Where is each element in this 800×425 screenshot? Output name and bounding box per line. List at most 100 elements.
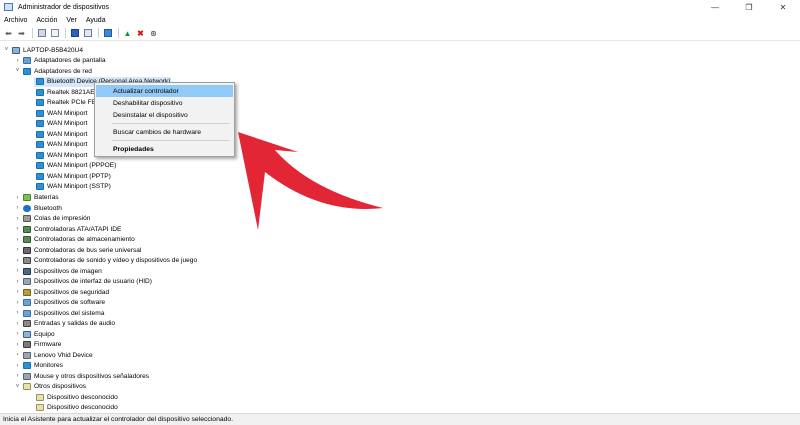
tree-item-wan-miniport[interactable]: WAN Miniport <box>34 119 87 130</box>
tree-item-monitors[interactable]: › Monitores <box>14 361 63 372</box>
chevron-right-icon[interactable]: › <box>14 352 21 358</box>
chevron-right-icon[interactable]: › <box>14 268 21 274</box>
network-adapter-icon <box>36 130 44 138</box>
uninstall-icon[interactable]: ✖ <box>135 28 146 39</box>
chevron-right-icon[interactable]: › <box>14 342 21 348</box>
tree-item-unknown-device[interactable]: Dispositivo desconocido <box>34 403 118 413</box>
chevron-right-icon[interactable]: › <box>14 247 21 253</box>
chevron-right-icon[interactable]: › <box>14 300 21 306</box>
camera-icon <box>23 267 31 275</box>
chevron-right-icon[interactable]: › <box>14 205 21 211</box>
properties-icon[interactable] <box>36 28 47 39</box>
download-icon[interactable]: ⊛ <box>148 28 159 39</box>
tree-item-firmware[interactable]: › Firmware <box>14 340 61 351</box>
chevron-right-icon[interactable]: › <box>14 289 21 295</box>
tree-item-label: Dispositivos de seguridad <box>34 288 110 296</box>
tree-item-usb-controllers[interactable]: › Controladoras de bus serie universal <box>14 245 141 256</box>
chevron-down-icon[interactable]: ˅ <box>14 68 21 74</box>
tree-item-unknown-device[interactable]: Dispositivo desconocido <box>34 392 118 403</box>
chevron-right-icon[interactable]: › <box>14 258 21 264</box>
printer-icon <box>23 215 31 223</box>
menu-accion[interactable]: Acción <box>36 17 57 24</box>
tree-item-label: WAN Miniport (PPTP) <box>47 172 111 180</box>
menu-item-disable-device[interactable]: Deshabilitar dispositivo <box>96 97 233 109</box>
chevron-right-icon[interactable]: › <box>14 195 21 201</box>
chevron-right-icon[interactable]: › <box>14 321 21 327</box>
tree-item-sound-video[interactable]: › Controladoras de sonido y vídeo y disp… <box>14 256 197 267</box>
tree-item-wan-pppoe[interactable]: WAN Miniport (PPPOE) <box>34 161 116 172</box>
close-button[interactable]: ✕ <box>766 0 800 14</box>
chevron-down-icon[interactable]: ˅ <box>3 47 10 53</box>
tree-item-hid[interactable]: › Dispositivos de interfaz de usuario (H… <box>14 277 152 288</box>
tree-item-network-adapters[interactable]: ˅ Adaptadores de red <box>14 66 92 77</box>
tree-item-label: Controladoras de almacenamiento <box>34 236 135 244</box>
chevron-right-icon[interactable]: › <box>14 363 21 369</box>
update-driver-icon[interactable]: ▲ <box>122 28 133 39</box>
chevron-right-icon[interactable]: › <box>14 373 21 379</box>
tree-item-label: Dispositivos de interfaz de usuario (HID… <box>34 278 153 286</box>
tree-item-wan-pptp[interactable]: WAN Miniport (PPTP) <box>34 171 111 182</box>
menu-ver[interactable]: Ver <box>66 17 77 24</box>
tree-item-lenovo-vhid[interactable]: › Lenovo Vhid Device <box>14 350 93 361</box>
toolbar-separator <box>98 28 99 38</box>
network-adapter-icon <box>36 88 44 96</box>
tree-item-print-queues[interactable]: › Colas de impresión <box>14 214 90 225</box>
tree-item-software-devices[interactable]: › Dispositivos de software <box>14 298 105 309</box>
menu-archivo[interactable]: Archivo <box>4 17 27 24</box>
tree-item-ata-ide[interactable]: › Controladoras ATA/ATAPI IDE <box>14 224 121 235</box>
help-icon[interactable] <box>69 28 80 39</box>
list-view-icon[interactable] <box>49 28 60 39</box>
tree-root[interactable]: ˅ LAPTOP-B5B420U4 <box>3 45 83 56</box>
device-list-icon[interactable] <box>82 28 93 39</box>
tree-item-security[interactable]: › Dispositivos de seguridad <box>14 287 109 298</box>
storage-icon <box>23 236 31 244</box>
tree-item-label: Controladoras de bus serie universal <box>34 246 142 254</box>
menu-item-scan-hardware[interactable]: Buscar cambios de hardware <box>96 126 233 138</box>
chevron-down-icon[interactable]: ˅ <box>14 384 21 390</box>
tree-item-wan-miniport[interactable]: WAN Miniport <box>34 140 87 151</box>
forward-arrow-icon[interactable]: ➡ <box>16 28 27 39</box>
tree-item-wan-miniport[interactable]: WAN Miniport <box>34 150 87 161</box>
chevron-right-icon[interactable]: › <box>14 58 21 64</box>
menu-item-uninstall-device[interactable]: Desinstalar el dispositivo <box>96 109 233 121</box>
minimize-button[interactable]: — <box>698 0 732 14</box>
network-adapter-icon <box>36 183 44 191</box>
chevron-right-icon[interactable]: › <box>14 331 21 337</box>
battery-icon <box>23 194 31 202</box>
tree-item-display-adapters[interactable]: › Adaptadores de pantalla <box>14 56 106 67</box>
tree-item-computer[interactable]: › Equipo <box>14 329 55 340</box>
chevron-right-icon[interactable]: › <box>14 310 21 316</box>
menu-separator <box>112 140 230 141</box>
menu-item-update-driver[interactable]: Actualizar controlador <box>96 85 233 97</box>
tree-item-wan-sstp[interactable]: WAN Miniport (SSTP) <box>34 182 111 193</box>
tree-item-realtek-8821ae[interactable]: Realtek 8821AE <box>34 87 95 98</box>
tree-item-label: Dispositivo desconocido <box>47 404 118 412</box>
back-arrow-icon[interactable]: ⬅ <box>3 28 14 39</box>
tree-item-batteries[interactable]: › Baterías <box>14 193 59 204</box>
chevron-right-icon[interactable]: › <box>14 279 21 285</box>
chevron-right-icon[interactable]: › <box>14 216 21 222</box>
tree-item-realtek-pcie[interactable]: Realtek PCIe FE <box>34 98 96 109</box>
tree-item-system-devices[interactable]: › Dispositivos del sistema <box>14 308 104 319</box>
monitor-icon[interactable] <box>102 28 113 39</box>
menu-separator <box>112 123 230 124</box>
speaker-icon <box>23 257 31 265</box>
chevron-right-icon[interactable]: › <box>14 237 21 243</box>
tree-item-wan-miniport[interactable]: WAN Miniport <box>34 129 87 140</box>
chevron-right-icon[interactable]: › <box>14 226 21 232</box>
tree-item-imaging[interactable]: › Dispositivos de imagen <box>14 266 102 277</box>
tree-item-bluetooth[interactable]: › Bluetooth <box>14 203 62 214</box>
tree-item-other-devices[interactable]: ˅ Otros dispositivos <box>14 382 86 393</box>
tree-item-label: Realtek 8821AE <box>47 88 95 96</box>
tree-item-storage-controllers[interactable]: › Controladoras de almacenamiento <box>14 235 135 246</box>
security-icon <box>23 288 31 296</box>
menu-ayuda[interactable]: Ayuda <box>86 17 106 24</box>
tree-item-audio-io[interactable]: › Entradas y salidas de audio <box>14 319 115 330</box>
firmware-icon <box>23 341 31 349</box>
tree-item-wan-miniport[interactable]: WAN Miniport <box>34 108 87 119</box>
tree-item-label: WAN Miniport <box>47 141 88 149</box>
tree-item-mouse[interactable]: › Mouse y otros dispositivos señaladores <box>14 371 149 382</box>
tree-item-label: Realtek PCIe FE <box>47 99 97 107</box>
menu-item-properties[interactable]: Propiedades <box>96 143 233 155</box>
maximize-button[interactable]: ❐ <box>732 0 766 14</box>
